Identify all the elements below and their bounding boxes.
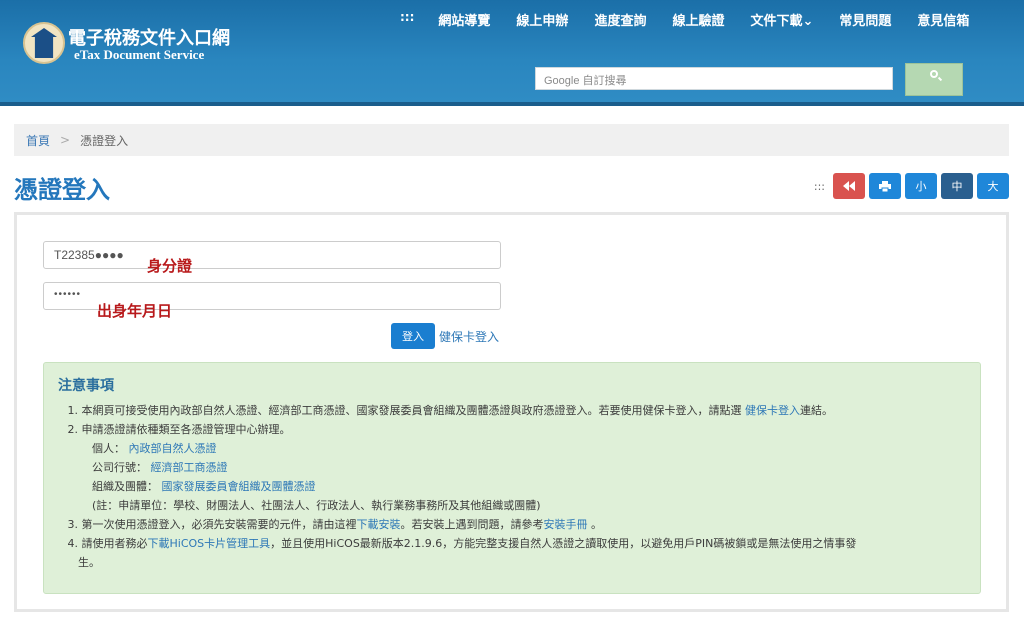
font-small-button[interactable]: 小	[905, 173, 937, 199]
list-item: 生。	[78, 556, 100, 569]
nav-online-apply[interactable]: 線上申辦	[516, 10, 568, 29]
nav-verify[interactable]: 線上驗證	[672, 10, 724, 29]
rewind-icon	[843, 181, 855, 191]
breadcrumb-home[interactable]: 首頁	[26, 132, 50, 149]
back-button[interactable]	[833, 173, 865, 199]
site-logo[interactable]	[23, 22, 65, 64]
print-icon	[879, 180, 891, 192]
list-item: 4. 請使用者務必下載HiCOS卡片管理工具，並且使用HiCOS最新版本2.1.…	[67, 537, 857, 550]
notice-box: 注意事項 1. 本網頁可接受使用內政部自然人憑證、經濟部工商憑證、國家發展委員會…	[43, 362, 981, 594]
nav-accesskey[interactable]: :::	[400, 10, 414, 29]
ndc-cert-link[interactable]: 國家發展委員會組織及團體憑證	[162, 480, 316, 493]
nav-sitemap[interactable]: 網站導覽	[438, 10, 490, 29]
download-install-link[interactable]: 下載安裝	[357, 518, 401, 531]
top-nav: ::: 網站導覽 線上申辦 進度查詢 線上驗證 文件下載⌄ 常見問題 意見信箱	[400, 10, 995, 29]
install-manual-link[interactable]: 安裝手冊	[544, 518, 588, 531]
building-icon	[31, 28, 57, 58]
moi-cert-link[interactable]: 內政部自然人憑證	[129, 442, 217, 455]
brand-subtitle: eTax Document Service	[74, 47, 205, 62]
font-medium-button[interactable]: 中	[941, 173, 973, 199]
tools-accesskey[interactable]: :::	[814, 180, 825, 193]
id-number-field[interactable]: T22385●●●●	[43, 241, 501, 269]
nav-download[interactable]: 文件下載⌄	[750, 10, 813, 29]
breadcrumb-current: 憑證登入	[80, 133, 129, 148]
list-item: 3. 第一次使用憑證登入，必須先安裝需要的元件，請由這裡下載安裝。若安裝上遇到問…	[67, 518, 603, 531]
notice-title: 注意事項	[58, 378, 114, 394]
birthdate-annotation: 出身年月日	[97, 302, 173, 320]
moea-cert-link[interactable]: 經濟部工商憑證	[151, 461, 228, 474]
search-input[interactable]: Google 自訂搜尋	[535, 67, 893, 90]
search-button[interactable]	[905, 63, 963, 96]
font-large-button[interactable]: 大	[977, 173, 1009, 199]
nav-feedback[interactable]: 意見信箱	[917, 10, 969, 29]
list-item: 組織及團體： 國家發展委員會組織及團體憑證	[92, 480, 316, 493]
list-item: (註：申請單位：學校、財團法人、社團法人、行政法人、執行業務事務所及其他組織或團…	[92, 499, 541, 512]
list-item: 1. 本網頁可接受使用內政部自然人憑證、經濟部工商憑證、國家發展委員會組織及團體…	[67, 404, 834, 417]
page-title: 憑證登入	[14, 176, 110, 204]
list-item: 公司行號： 經濟部工商憑證	[92, 461, 228, 474]
print-button[interactable]	[869, 173, 901, 199]
health-card-link[interactable]: 健保卡登入	[745, 404, 800, 417]
list-item: 2. 申請憑證請依種類至各憑證管理中心辦理。	[67, 423, 291, 436]
login-button[interactable]: 登入	[391, 323, 435, 349]
breadcrumb-separator: >	[60, 133, 71, 147]
health-card-login-link[interactable]: 健保卡登入	[439, 328, 499, 345]
site-header: 電子稅務文件入口網 eTax Document Service ::: 網站導覽…	[0, 0, 1024, 106]
id-annotation: 身分證	[147, 257, 193, 275]
hicos-download-link[interactable]: 下載HiCOS卡片管理工具	[148, 537, 271, 550]
search-icon	[930, 70, 938, 78]
breadcrumb: 首頁 > 憑證登入	[14, 124, 1009, 156]
page-tools: ::: 小 中 大	[814, 173, 1009, 199]
login-panel: T22385●●●● 身分證 •••••• 出身年月日 登入 健保卡登入 注意事…	[14, 212, 1009, 612]
nav-progress[interactable]: 進度查詢	[594, 10, 646, 29]
nav-faq[interactable]: 常見問題	[839, 10, 891, 29]
notice-list: 1. 本網頁可接受使用內政部自然人憑證、經濟部工商憑證、國家發展委員會組織及團體…	[58, 401, 968, 572]
list-item: 個人： 內政部自然人憑證	[92, 442, 217, 455]
